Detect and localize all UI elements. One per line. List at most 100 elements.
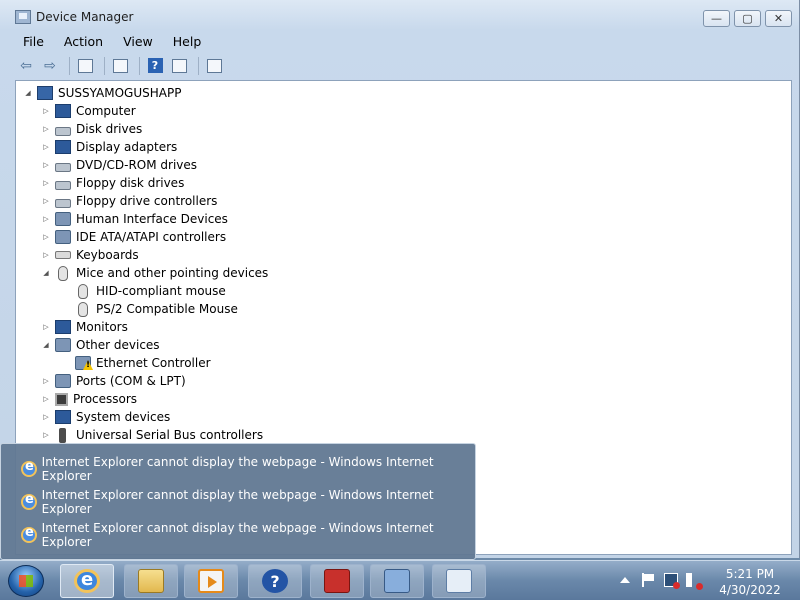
clock-date: 4/30/2022 bbox=[719, 583, 781, 597]
mouse-icon bbox=[58, 265, 68, 281]
tree-item-label: Computer bbox=[76, 104, 136, 118]
tree-item-label: Universal Serial Bus controllers bbox=[76, 428, 264, 442]
tree-category-item[interactable]: ▷ Monitors bbox=[41, 318, 128, 336]
collapse-icon[interactable]: ◢ bbox=[23, 89, 33, 97]
tree-child-item[interactable]: PS/2 Compatible Mouse bbox=[61, 300, 238, 318]
ie-window-item[interactable]: Internet Explorer cannot display the web… bbox=[21, 488, 475, 516]
title-bar[interactable]: Device Manager — ▢ ✕ bbox=[0, 0, 800, 32]
tree-item-label: DVD/CD-ROM drives bbox=[76, 158, 198, 172]
menu-action[interactable]: Action bbox=[52, 34, 111, 49]
start-button[interactable] bbox=[8, 565, 44, 597]
volume-muted-icon[interactable] bbox=[686, 573, 703, 590]
menu-view[interactable]: View bbox=[111, 34, 161, 49]
close-button[interactable]: ✕ bbox=[765, 10, 792, 27]
tree-item-label: Monitors bbox=[76, 320, 128, 334]
tree-item-label: IDE ATA/ATAPI controllers bbox=[76, 230, 227, 244]
system-device-icon bbox=[55, 410, 71, 424]
expand-icon[interactable]: ▷ bbox=[41, 197, 51, 205]
tree-item-label: Ethernet Controller bbox=[96, 356, 211, 370]
tree-category-item[interactable]: ▷ Ports (COM & LPT) bbox=[41, 372, 186, 390]
collapse-icon[interactable]: ◢ bbox=[41, 341, 51, 349]
tree-category-item[interactable]: ▷ DVD/CD-ROM drives bbox=[41, 156, 197, 174]
back-icon[interactable]: ⇦ bbox=[16, 56, 36, 76]
disk-drive-icon bbox=[55, 126, 71, 136]
internet-explorer-icon bbox=[74, 569, 100, 593]
tree-item-label: Floppy drive controllers bbox=[76, 194, 218, 208]
tree-category-item[interactable]: ▷ System devices bbox=[41, 408, 170, 426]
toolbar-separator bbox=[104, 56, 105, 75]
network-taskbar-button[interactable] bbox=[432, 564, 486, 598]
ie-thumbnail-popup: Internet Explorer cannot display the web… bbox=[0, 443, 476, 560]
menu-file[interactable]: File bbox=[8, 34, 52, 49]
computer-icon bbox=[37, 86, 53, 100]
network-warning-icon[interactable] bbox=[664, 573, 680, 589]
tree-category-item[interactable]: ▷ Display adapters bbox=[41, 138, 177, 156]
device-manager-icon bbox=[384, 569, 410, 593]
internet-explorer-icon bbox=[21, 459, 37, 477]
tree-category-item[interactable]: ▷ Floppy disk drives bbox=[41, 174, 184, 192]
tree-category-item[interactable]: ▷ Disk drives bbox=[41, 120, 142, 138]
media-player-taskbar-button[interactable] bbox=[184, 564, 238, 598]
tree-category-item[interactable]: ◢ Other devices bbox=[41, 336, 160, 354]
collapse-icon[interactable]: ◢ bbox=[41, 269, 51, 277]
action-center-flag-icon[interactable] bbox=[642, 573, 656, 587]
other-devices-icon bbox=[55, 338, 71, 352]
tree-category-item[interactable]: ▷ IDE ATA/ATAPI controllers bbox=[41, 228, 226, 246]
expand-icon[interactable]: ▷ bbox=[41, 431, 51, 439]
menu-help[interactable]: Help bbox=[161, 34, 210, 49]
forward-icon[interactable]: ⇨ bbox=[40, 56, 60, 76]
expand-icon[interactable]: ▷ bbox=[41, 323, 51, 331]
expand-icon[interactable]: ▷ bbox=[41, 251, 51, 259]
scan-hardware-changes-icon[interactable] bbox=[204, 56, 224, 76]
internet-explorer-taskbar-button[interactable] bbox=[60, 564, 114, 598]
toolbar-separator bbox=[69, 56, 70, 75]
tree-category-item[interactable]: ◢ Mice and other pointing devices bbox=[41, 264, 268, 282]
update-driver-icon[interactable] bbox=[169, 56, 189, 76]
system-tray bbox=[620, 573, 708, 590]
clock[interactable]: 5:21 PM 4/30/2022 bbox=[718, 566, 782, 598]
expand-icon[interactable]: ▷ bbox=[41, 107, 51, 115]
ie-window-item[interactable]: Internet Explorer cannot display the web… bbox=[21, 455, 475, 483]
expand-icon[interactable]: ▷ bbox=[41, 377, 51, 385]
tree-category-item[interactable]: ▷ Computer bbox=[41, 102, 136, 120]
expand-icon[interactable]: ▷ bbox=[41, 125, 51, 133]
toolbox-icon bbox=[324, 569, 350, 593]
media-player-icon bbox=[198, 569, 224, 593]
tree-child-item[interactable]: HID-compliant mouse bbox=[61, 282, 226, 300]
tree-category-item[interactable]: ▷ Processors bbox=[41, 390, 137, 408]
help-support-taskbar-button[interactable]: ? bbox=[248, 564, 302, 598]
tree-category-item[interactable]: ▷ Human Interface Devices bbox=[41, 210, 228, 228]
monitor-icon bbox=[55, 320, 71, 334]
tree-category-item[interactable]: ▷ Floppy drive controllers bbox=[41, 192, 217, 210]
maximize-button[interactable]: ▢ bbox=[734, 10, 761, 27]
port-icon bbox=[55, 374, 71, 388]
expand-icon[interactable]: ▷ bbox=[41, 179, 51, 187]
device-manager-taskbar-button[interactable] bbox=[370, 564, 424, 598]
windows-explorer-taskbar-button[interactable] bbox=[124, 564, 178, 598]
ie-window-item[interactable]: Internet Explorer cannot display the web… bbox=[21, 521, 475, 549]
tree-item-label: Keyboards bbox=[76, 248, 139, 262]
expand-icon[interactable]: ▷ bbox=[41, 215, 51, 223]
warning-device-icon bbox=[75, 356, 91, 370]
tree-child-item[interactable]: Ethernet Controller bbox=[61, 354, 211, 372]
tree-item-label: Display adapters bbox=[76, 140, 178, 154]
expand-icon[interactable]: ▷ bbox=[41, 233, 51, 241]
tree-root[interactable]: ◢ SUSSYAMOGUSHAPP bbox=[23, 84, 181, 102]
minimize-button[interactable]: — bbox=[703, 10, 730, 27]
show-hidden-icons-icon[interactable] bbox=[620, 573, 634, 587]
toolbox-taskbar-button[interactable] bbox=[310, 564, 364, 598]
tree-category-item[interactable]: ▷ Universal Serial Bus controllers bbox=[41, 426, 263, 444]
expand-icon[interactable]: ▷ bbox=[41, 395, 51, 403]
tree-item-label: Ports (COM & LPT) bbox=[76, 374, 186, 388]
tree-category-item[interactable]: ▷ Keyboards bbox=[41, 246, 139, 264]
expand-icon[interactable]: ▷ bbox=[41, 161, 51, 169]
show-hide-console-tree-icon[interactable] bbox=[75, 56, 95, 76]
window-title: Device Manager bbox=[36, 10, 134, 24]
help-icon[interactable]: ? bbox=[145, 56, 165, 76]
keyboard-icon bbox=[55, 251, 71, 259]
expand-icon[interactable]: ▷ bbox=[41, 143, 51, 151]
expand-icon[interactable]: ▷ bbox=[41, 413, 51, 421]
tree-item-label: Disk drives bbox=[76, 122, 143, 136]
properties-icon[interactable] bbox=[110, 56, 130, 76]
toolbar: ⇦ ⇨ ? bbox=[8, 53, 792, 78]
